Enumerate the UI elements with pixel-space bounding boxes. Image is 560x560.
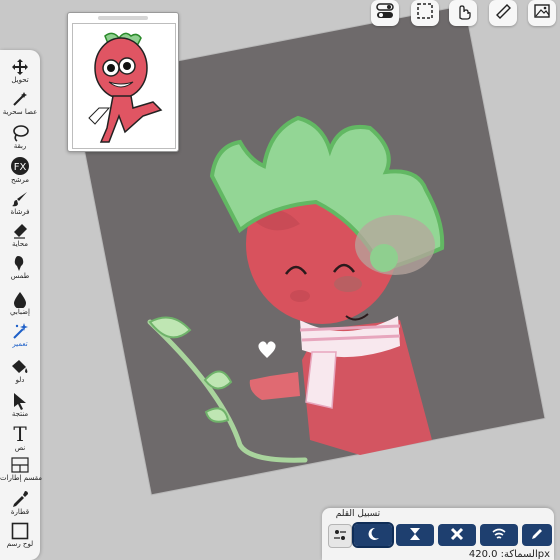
tools-toolbar: تحويل عصا سحرية ربقة FX مرشح فرشاة محاية…: [0, 50, 42, 560]
tool-label: طمس: [10, 272, 30, 280]
tool-bucket[interactable]: دلو: [0, 358, 40, 384]
tool-lasso[interactable]: ربقة: [0, 124, 40, 150]
tool-label: تعمير: [12, 340, 28, 348]
tool-label: نص: [14, 444, 26, 452]
tool-blur[interactable]: إضبابي: [0, 290, 40, 316]
select-arrow-icon: [0, 392, 40, 410]
tool-label: تحويل: [11, 76, 29, 84]
stabilizer-status: السماكة: 420.0px: [468, 549, 550, 560]
tool-transform[interactable]: تحويل: [0, 58, 40, 84]
eraser-icon: [0, 222, 40, 240]
stabilizer-wifi-button[interactable]: [480, 524, 518, 546]
brush-icon: [0, 190, 40, 208]
navigator-preview: [72, 23, 176, 149]
fx-icon: FX: [0, 156, 40, 176]
ruler-button[interactable]: [489, 0, 517, 26]
gesture-button[interactable]: [449, 0, 477, 26]
tool-eraser[interactable]: محاية: [0, 222, 40, 248]
stabilizer-settings-button[interactable]: [328, 524, 352, 548]
tool-label: مقسم إطارات: [0, 474, 42, 482]
pen-icon: [530, 526, 544, 545]
stabilizer-x-button[interactable]: [438, 524, 476, 546]
tool-label: دلو: [15, 376, 25, 384]
tool-label: لوح رسم: [6, 540, 34, 548]
selection-button[interactable]: [411, 0, 439, 26]
tool-label: مرشح: [11, 176, 29, 184]
eyedropper-icon: [0, 490, 40, 508]
selection-icon: [416, 2, 434, 24]
gallery-icon: [533, 2, 551, 24]
tool-select[interactable]: منتجة: [0, 392, 40, 418]
magic-wand-icon: [0, 90, 40, 108]
tool-enhance[interactable]: تعمير: [0, 322, 40, 348]
tool-magic-wand[interactable]: عصا سحرية: [0, 90, 40, 116]
move-icon: [0, 58, 40, 76]
tool-frame-divider[interactable]: مقسم إطارات: [0, 456, 42, 482]
wifi-icon: [492, 526, 506, 545]
text-icon: T: [13, 422, 27, 446]
tool-label: إضبابي: [10, 308, 30, 316]
navigator-drag-handle[interactable]: [98, 16, 148, 20]
tool-label: عصا سحرية: [2, 108, 38, 116]
x-icon: [450, 526, 464, 545]
tool-filter[interactable]: FX مرشح: [0, 156, 40, 184]
tool-eyedropper[interactable]: قطارة: [0, 490, 40, 516]
smudge-icon: [0, 254, 40, 272]
tool-brush[interactable]: فرشاة: [0, 190, 40, 216]
blur-icon: [0, 290, 40, 308]
tool-canvas[interactable]: لوح رسم: [0, 522, 40, 548]
gesture-icon: [454, 2, 472, 24]
stabilizer-hourglass-button[interactable]: [396, 524, 434, 546]
frame-divider-icon: [0, 456, 40, 474]
ruler-icon: [494, 2, 512, 24]
stabilizer-title: تسبيل القلم: [335, 509, 381, 519]
settings-icon: [333, 527, 347, 546]
moon-icon: [366, 526, 380, 545]
gallery-button[interactable]: [528, 0, 556, 26]
tool-text[interactable]: T نص: [0, 424, 40, 452]
sparkle-icon: [0, 322, 40, 340]
tool-label: ربقة: [13, 142, 27, 150]
bucket-icon: [0, 358, 40, 376]
stabilizer-moon-button[interactable]: [352, 522, 394, 548]
hourglass-icon: [408, 526, 422, 545]
tool-label: محاية: [11, 240, 29, 248]
tool-label: قطارة: [10, 508, 30, 516]
toggle-button[interactable]: [371, 0, 399, 26]
tool-smudge[interactable]: طمس: [0, 254, 40, 280]
stabilizer-pen-button[interactable]: [522, 524, 552, 546]
thumbnail-navigator[interactable]: [67, 12, 179, 152]
tool-label: فرشاة: [10, 208, 30, 216]
canvas-icon: [0, 522, 40, 540]
toggle-icon: [376, 3, 394, 23]
tool-label: منتجة: [11, 410, 29, 418]
fx-badge-text: FX: [14, 162, 27, 173]
stabilizer-modes: [328, 522, 552, 548]
lasso-icon: [0, 124, 40, 142]
